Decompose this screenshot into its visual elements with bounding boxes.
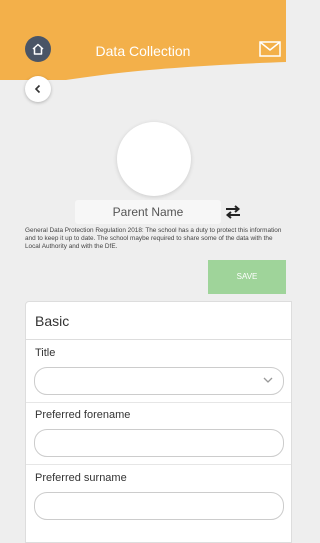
swap-arrows-icon[interactable]	[224, 204, 242, 220]
field-separator	[26, 402, 291, 403]
avatar[interactable]	[117, 122, 191, 196]
mail-icon[interactable]	[259, 41, 281, 57]
app-header: Data Collection	[0, 0, 286, 80]
title-select[interactable]	[34, 367, 284, 395]
field-label-preferred-surname: Preferred surname	[35, 472, 127, 484]
field-separator	[26, 464, 291, 465]
section-title: Basic	[35, 313, 70, 329]
gdpr-notice: General Data Protection Regulation 2018:…	[25, 227, 282, 250]
basic-section-card: Basic Title Preferred forename Preferred…	[25, 301, 292, 543]
back-button[interactable]	[25, 76, 51, 102]
field-label-preferred-forename: Preferred forename	[35, 409, 131, 421]
page-title: Data Collection	[95, 43, 191, 59]
section-divider	[26, 339, 291, 340]
field-label-title: Title	[35, 347, 56, 359]
save-button[interactable]: SAVE	[208, 260, 286, 294]
parent-name: Parent Name	[75, 200, 221, 224]
preferred-surname-input[interactable]	[34, 492, 284, 520]
chevron-left-icon	[34, 84, 41, 94]
chevron-down-icon	[263, 377, 273, 383]
preferred-forename-input[interactable]	[34, 429, 284, 457]
